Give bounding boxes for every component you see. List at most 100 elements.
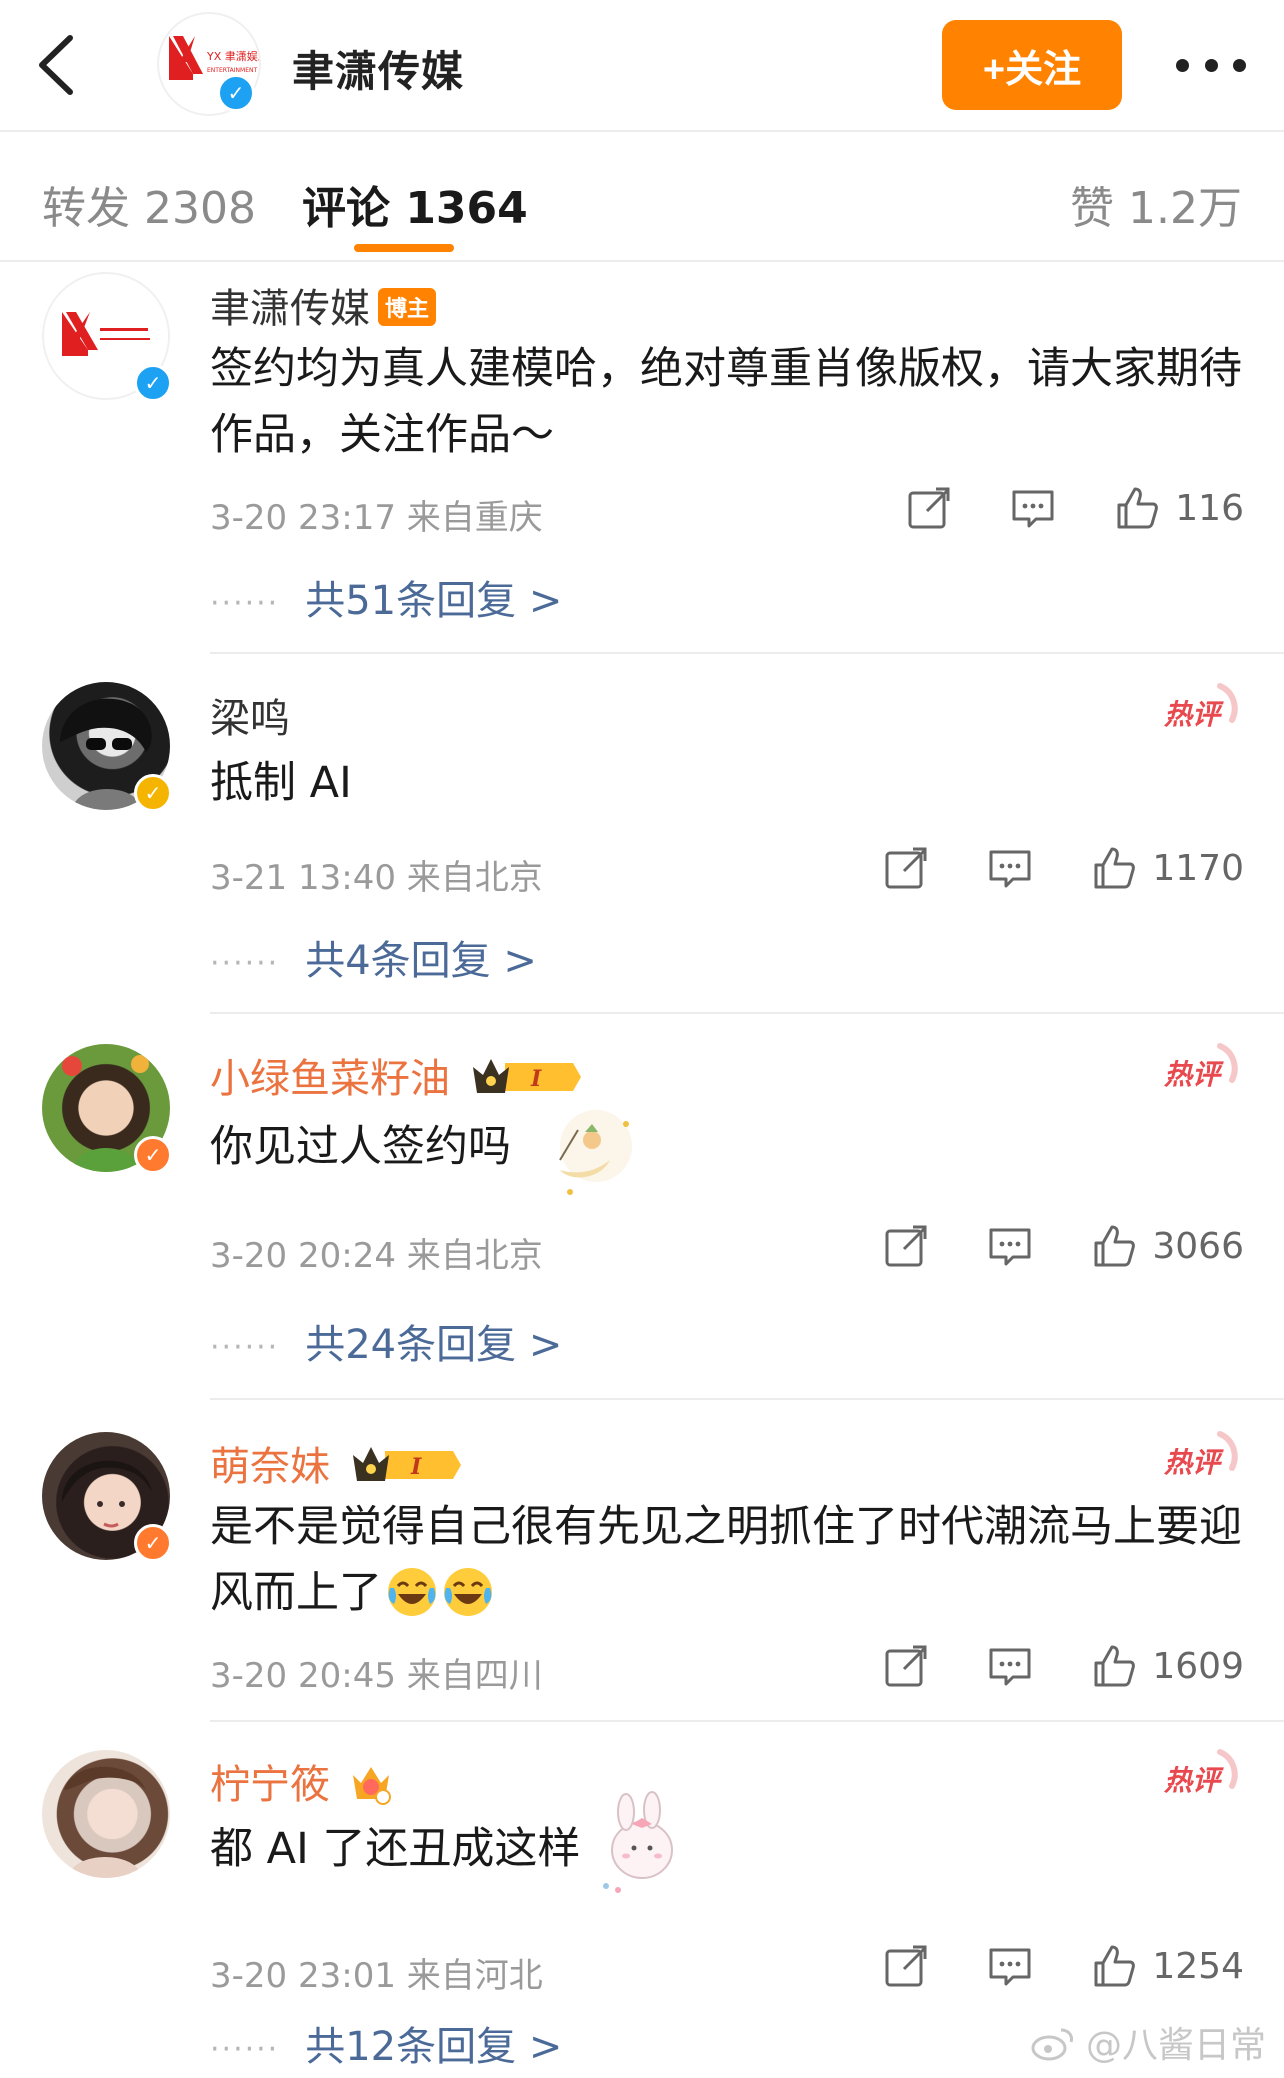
like-button[interactable]: 1609	[1090, 1642, 1244, 1690]
logo-text: YX 聿潇娱乐	[206, 49, 259, 63]
comment-item: ✓ 小绿鱼菜籽油 I 热评 你见过人签约吗 3-20 20:24 来自北京 30…	[0, 1014, 1284, 1400]
hot-comment-label: 热评	[1163, 1058, 1224, 1091]
commenter-name[interactable]: 梁鸣	[210, 686, 290, 744]
comment-text: 都 AI 了还丑成这样	[210, 1816, 1250, 1882]
active-tab-indicator	[354, 244, 454, 252]
hot-comment-label: 热评	[1163, 698, 1224, 731]
reply-icon[interactable]	[986, 1222, 1034, 1270]
vip-crown-badge-icon: I	[472, 1059, 581, 1093]
vip-level-label: I	[530, 1066, 542, 1092]
commenter-name[interactable]: 聿潇传媒	[210, 286, 370, 332]
comment-item: ✓ 萌奈妹 I 热评 是不是觉得自己很有先见之明抓住了时代潮流马上要迎风而上了 …	[0, 1400, 1284, 1722]
reply-icon[interactable]	[986, 1942, 1034, 1990]
reply-icon[interactable]	[1009, 484, 1057, 532]
reply-count-label: 共51条回复 >	[305, 578, 563, 624]
comment-meta: 3-21 13:40 来自北京	[210, 858, 543, 898]
thumbs-up-icon	[1094, 847, 1136, 889]
verified-badge-icon: ✓	[217, 74, 255, 112]
view-replies-link[interactable]: ······ 共4条回复 >	[210, 928, 537, 986]
comment-actions: 1609	[882, 1642, 1244, 1690]
like-button[interactable]: 1170	[1090, 844, 1244, 892]
hot-comment-badge: 热评	[1163, 1043, 1238, 1091]
comment-bubble-sticker-icon	[559, 1110, 632, 1195]
comment-meta: 3-20 23:17 来自重庆	[210, 498, 543, 538]
tab-bar: 转发 2308 评论 1364 赞 1.2万	[0, 134, 1284, 262]
reply-count-label: 共4条回复 >	[305, 938, 537, 984]
commenter-name-row: 聿潇传媒 博主	[210, 276, 437, 334]
hot-comment-badge: 热评	[1163, 1749, 1238, 1797]
vip-level-label: I	[410, 1454, 422, 1480]
hot-comment-badge: 热评	[1163, 1431, 1238, 1479]
commenter-avatar[interactable]: ✓	[42, 1432, 172, 1562]
commenter-name-row: 小绿鱼菜籽油 I	[210, 1046, 585, 1105]
comment-meta: 3-20 23:01 来自河北	[210, 1956, 543, 1996]
comment-meta: 3-20 20:45 来自四川	[210, 1656, 543, 1696]
comment-text: 是不是觉得自己很有先见之明抓住了时代潮流马上要迎风而上了	[210, 1494, 1250, 1626]
account-name[interactable]: 聿潇传媒	[292, 38, 464, 99]
hot-comment-badge: 热评	[1163, 683, 1238, 731]
tab-repost[interactable]: 转发 2308	[42, 172, 256, 236]
author-badge: 博主	[378, 288, 437, 326]
like-button[interactable]: 3066	[1090, 1222, 1244, 1270]
reply-icon[interactable]	[986, 844, 1034, 892]
commenter-name[interactable]: 萌奈妹	[210, 1444, 330, 1490]
hot-comment-label: 热评	[1163, 1446, 1224, 1479]
commenter-name-row: 柠宁筱	[210, 1752, 395, 1811]
like-count: 1170	[1152, 847, 1244, 889]
like-count: 1609	[1152, 1645, 1244, 1687]
comment-text: 你见过人签约吗	[210, 1114, 1250, 1180]
commenter-name-row: 萌奈妹 I	[210, 1434, 465, 1493]
tab-likes[interactable]: 赞 1.2万	[1070, 172, 1242, 236]
like-count: 116	[1175, 487, 1244, 529]
weibo-logo-icon	[1031, 2028, 1073, 2061]
like-button[interactable]: 116	[1113, 484, 1244, 532]
commenter-avatar[interactable]	[42, 1750, 170, 1878]
commenter-avatar[interactable]: ✓	[42, 682, 172, 812]
thumbs-up-icon	[1094, 1945, 1136, 1987]
view-replies-link[interactable]: ······ 共24条回复 >	[210, 1312, 562, 1370]
verified-badge-icon: ✓	[134, 774, 172, 812]
repost-icon[interactable]	[905, 484, 953, 532]
view-replies-link[interactable]: ······ 共51条回复 >	[210, 568, 562, 626]
hot-comment-label: 热评	[1163, 1764, 1224, 1797]
laugh-cry-emoji-icon	[388, 1567, 436, 1616]
repost-icon[interactable]	[882, 844, 930, 892]
thumbs-up-icon	[1094, 1645, 1136, 1687]
repost-icon[interactable]	[882, 1942, 930, 1990]
back-arrow-icon[interactable]	[30, 30, 80, 100]
account-avatar[interactable]: YX 聿潇娱乐 ENTERTAINMENT ✓	[157, 12, 269, 116]
repost-icon[interactable]	[882, 1222, 930, 1270]
comment-text: 签约均为真人建模哈，绝对尊重肖像版权，请大家期待作品，关注作品～	[210, 344, 1242, 460]
reply-icon[interactable]	[986, 1642, 1034, 1690]
tab-comments[interactable]: 评论 1364	[302, 172, 528, 236]
comment-actions: 3066	[882, 1222, 1244, 1270]
like-count: 3066	[1152, 1225, 1244, 1267]
vip-crown-badge-icon: I	[352, 1447, 461, 1481]
comment-item: ✓ 梁鸣 热评 抵制 AI 3-21 13:40 来自北京 1170 ·····…	[0, 654, 1284, 1014]
repost-icon[interactable]	[882, 1642, 930, 1690]
comment-text-content: 是不是觉得自己很有先见之明抓住了时代潮流马上要迎风而上了	[210, 1502, 1242, 1618]
comment-text: 抵制 AI	[210, 758, 352, 808]
reply-count-label: 共24条回复 >	[305, 1322, 563, 1368]
commenter-avatar[interactable]: ✓	[42, 272, 172, 402]
comment-text-content: 你见过人签约吗	[210, 1122, 511, 1172]
watermark-text: @八酱日常	[1085, 2025, 1266, 2066]
commenter-name[interactable]: 柠宁筱	[210, 1762, 330, 1808]
like-count: 1254	[1152, 1945, 1244, 1987]
verified-badge-icon: ✓	[134, 1136, 172, 1174]
comment-actions: 1254	[882, 1942, 1244, 1990]
logo-sub-text: ENTERTAINMENT	[207, 67, 257, 74]
reply-count-label: 共12条回复 >	[305, 2024, 563, 2070]
comment-item: ✓ 聿潇传媒 博主 签约均为真人建模哈，绝对尊重肖像版权，请大家期待作品，关注作品…	[0, 262, 1284, 654]
bunny-sticker-icon	[603, 1791, 673, 1893]
follow-button[interactable]: +关注	[942, 20, 1122, 110]
like-button[interactable]: 1254	[1090, 1942, 1244, 1990]
more-options-icon[interactable]	[1176, 48, 1246, 82]
verified-badge-icon: ✓	[134, 1524, 172, 1562]
laugh-cry-emoji-icon	[444, 1567, 492, 1616]
commenter-avatar[interactable]: ✓	[42, 1044, 172, 1174]
commenter-name[interactable]: 小绿鱼菜籽油	[210, 1056, 450, 1102]
verified-badge-icon: ✓	[134, 364, 172, 402]
view-replies-link[interactable]: ······ 共12条回复 >	[210, 2014, 562, 2072]
top-bar: YX 聿潇娱乐 ENTERTAINMENT ✓ 聿潇传媒 +关注	[0, 0, 1284, 132]
